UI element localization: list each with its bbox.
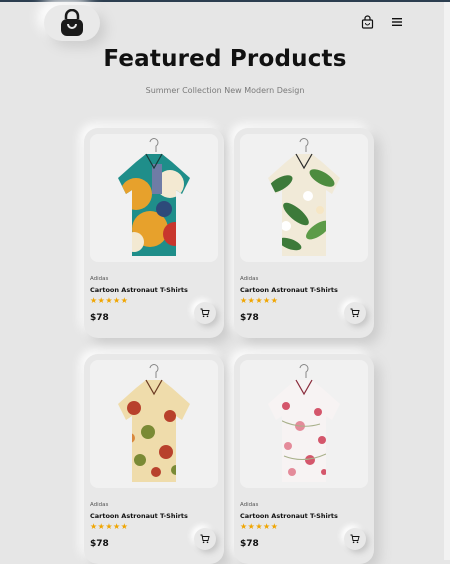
product-card[interactable]: Adidas Cartoon Astronaut T-Shirts ★★★★★ … <box>234 128 374 338</box>
cart-icon <box>350 534 360 544</box>
product-brand: Adidas <box>90 502 109 508</box>
product-card[interactable]: Adidas Cartoon Astronaut T-Shirts ★★★★★ … <box>234 354 374 564</box>
rating-stars-icon: ★★★★★ <box>90 296 129 305</box>
add-to-cart-button[interactable] <box>194 302 216 324</box>
product-card[interactable]: Adidas Cartoon Astronaut T-Shirts ★★★★★ … <box>84 128 224 338</box>
cart-icon <box>200 534 210 544</box>
product-name[interactable]: Cartoon Astronaut T-Shirts <box>90 286 188 294</box>
product-price: $78 <box>90 539 109 549</box>
product-name[interactable]: Cartoon Astronaut T-Shirts <box>240 512 338 520</box>
shopping-bag-icon <box>61 9 83 36</box>
add-to-cart-button[interactable] <box>344 302 366 324</box>
product-price: $78 <box>240 313 259 323</box>
product-brand: Adidas <box>240 502 259 508</box>
page-title: Featured Products <box>103 46 347 72</box>
top-accent-bar <box>0 0 450 2</box>
product-brand: Adidas <box>240 276 259 282</box>
product-image[interactable] <box>240 134 368 262</box>
hamburger-menu-icon[interactable] <box>390 15 404 29</box>
product-image[interactable] <box>240 360 368 488</box>
rating-stars-icon: ★★★★★ <box>240 296 279 305</box>
rating-stars-icon: ★★★★★ <box>90 522 129 531</box>
cart-icon <box>350 308 360 318</box>
product-image[interactable] <box>90 134 218 262</box>
rating-stars-icon: ★★★★★ <box>240 522 279 531</box>
product-image[interactable] <box>90 360 218 488</box>
logo[interactable] <box>44 5 100 41</box>
add-to-cart-button[interactable] <box>344 528 366 550</box>
product-price: $78 <box>90 313 109 323</box>
product-brand: Adidas <box>90 276 109 282</box>
cart-bag-icon[interactable] <box>360 15 374 29</box>
product-name[interactable]: Cartoon Astronaut T-Shirts <box>240 286 338 294</box>
product-card[interactable]: Adidas Cartoon Astronaut T-Shirts ★★★★★ … <box>84 354 224 564</box>
product-name[interactable]: Cartoon Astronaut T-Shirts <box>90 512 188 520</box>
page-subtitle: Summer Collection New Modern Design <box>145 86 305 95</box>
product-grid: Adidas Cartoon Astronaut T-Shirts ★★★★★ … <box>84 128 374 564</box>
cart-icon <box>200 308 210 318</box>
add-to-cart-button[interactable] <box>194 528 216 550</box>
product-price: $78 <box>240 539 259 549</box>
